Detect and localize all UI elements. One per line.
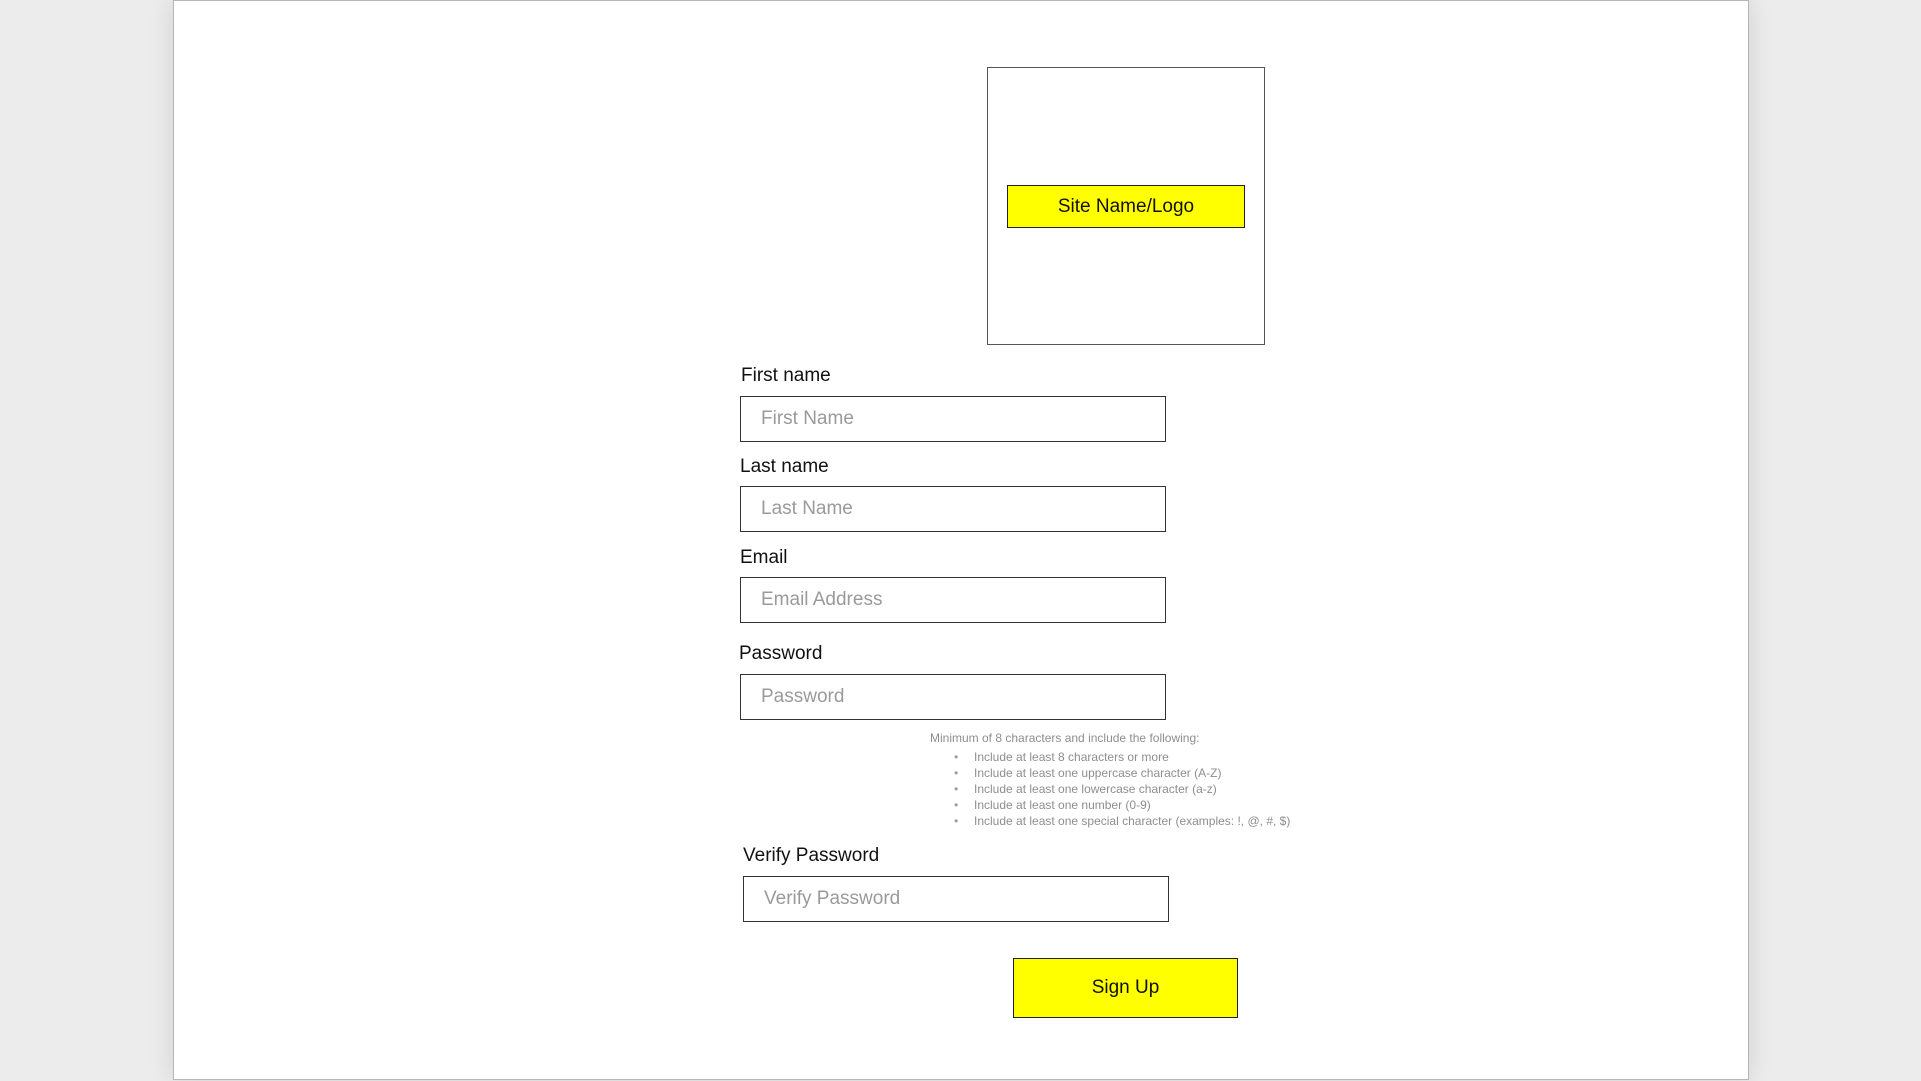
verify-password-label: Verify Password	[743, 845, 880, 866]
password-rule: Include at least one lowercase character…	[954, 781, 1290, 797]
page-canvas: Site Name/Logo First name First Name Las…	[173, 0, 1749, 1080]
sign-up-button[interactable]: Sign Up	[1013, 958, 1238, 1018]
logo-area: Site Name/Logo	[987, 67, 1265, 345]
password-rule: Include at least one special character (…	[954, 813, 1290, 829]
password-rules-list: Include at least 8 characters or more In…	[954, 749, 1290, 829]
password-label: Password	[739, 643, 823, 664]
password-field[interactable]: Password	[740, 674, 1166, 720]
first-name-field[interactable]: First Name	[740, 396, 1166, 442]
verify-password-field[interactable]: Verify Password	[743, 876, 1169, 922]
password-rule: Include at least one uppercase character…	[954, 765, 1290, 781]
last-name-field[interactable]: Last Name	[740, 486, 1166, 532]
email-label: Email	[740, 547, 788, 568]
password-hint-title: Minimum of 8 characters and include the …	[930, 731, 1200, 745]
password-rule: Include at least one number (0-9)	[954, 797, 1290, 813]
email-field[interactable]: Email Address	[740, 577, 1166, 623]
password-requirements: Minimum of 8 characters and include the …	[930, 730, 1290, 829]
first-name-label: First name	[741, 365, 831, 386]
site-logo[interactable]: Site Name/Logo	[1007, 185, 1245, 228]
password-rule: Include at least 8 characters or more	[954, 749, 1290, 765]
last-name-label: Last name	[740, 456, 829, 477]
